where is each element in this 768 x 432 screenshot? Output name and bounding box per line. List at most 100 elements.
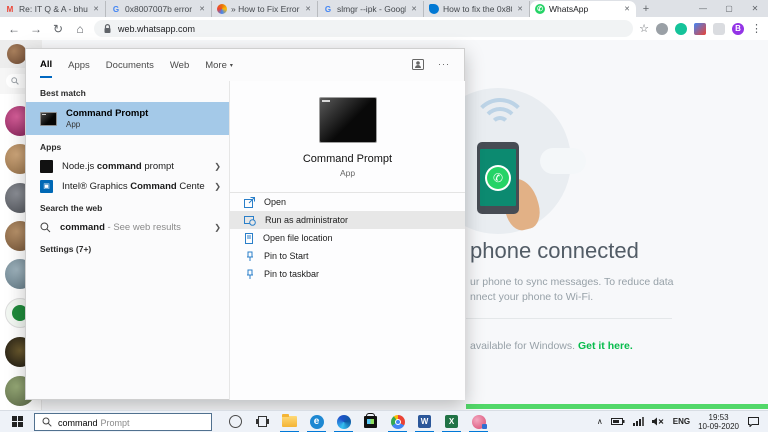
chevron-right-icon[interactable]: ❯ bbox=[214, 182, 221, 191]
chevron-right-icon[interactable]: ❯ bbox=[214, 162, 221, 171]
new-tab-button[interactable]: + bbox=[636, 1, 656, 17]
search-icon bbox=[11, 77, 19, 85]
section-search-the-web: Search the web bbox=[26, 196, 229, 217]
footer-label: available for Windows. bbox=[470, 340, 578, 352]
tab-how-to-fix[interactable]: » How to Fix Error Code ✕ bbox=[212, 1, 318, 17]
start-button[interactable] bbox=[0, 411, 34, 432]
google-icon: G bbox=[323, 4, 333, 14]
close-icon[interactable]: ✕ bbox=[304, 4, 312, 14]
user-avatar[interactable] bbox=[7, 44, 27, 64]
best-match-command-prompt[interactable]: Command Prompt App bbox=[26, 102, 229, 135]
pinned-app-button[interactable] bbox=[465, 411, 492, 432]
chrome-button[interactable] bbox=[384, 411, 411, 432]
profile-avatar[interactable]: B bbox=[732, 23, 744, 35]
best-match-subtitle: App bbox=[66, 120, 148, 129]
tab-error-fix[interactable]: G 0x8007007b error fix - ✕ bbox=[106, 1, 212, 17]
search-detail-panel: Command Prompt App Open Run as administr… bbox=[229, 81, 465, 400]
taskbar-search-input[interactable]: commandPrompt bbox=[34, 413, 212, 431]
search-suggestion-text: Prompt bbox=[101, 418, 130, 428]
result-text: - See web results bbox=[105, 222, 181, 233]
minimize-button[interactable]: — bbox=[690, 0, 716, 17]
action-open-file-location[interactable]: Open file location bbox=[230, 229, 465, 247]
result-text-bold: Command bbox=[130, 181, 176, 192]
open-icon bbox=[244, 197, 255, 208]
cortana-button[interactable] bbox=[222, 411, 249, 432]
word-button[interactable]: W bbox=[411, 411, 438, 432]
cortana-icon bbox=[229, 415, 242, 428]
browser-toolbar: ← → ↻ ⌂ web.whatsapp.com ☆ B ⋮ bbox=[0, 17, 768, 40]
windows-search-panel: All Apps Documents Web More▾ ··· Best ma… bbox=[25, 48, 465, 400]
file-location-icon bbox=[244, 233, 254, 244]
excel-button[interactable]: X bbox=[438, 411, 465, 432]
network-icon[interactable] bbox=[633, 417, 644, 426]
battery-icon[interactable] bbox=[611, 417, 625, 426]
close-icon[interactable]: ✕ bbox=[516, 4, 524, 14]
action-open[interactable]: Open bbox=[230, 193, 465, 211]
system-tray: ∧ ENG 19:53 10-09-2020 bbox=[597, 413, 768, 431]
green-status-bar bbox=[466, 404, 768, 409]
result-text: Intel® Graphics bbox=[62, 181, 130, 192]
result-text: Node.js bbox=[62, 161, 97, 172]
grammarly-extension-icon[interactable] bbox=[675, 23, 687, 35]
volume-muted-icon[interactable] bbox=[652, 417, 665, 426]
section-apps: Apps bbox=[26, 135, 229, 156]
url-text: web.whatsapp.com bbox=[118, 24, 195, 34]
pinned-app-icon bbox=[472, 415, 486, 429]
windows-logo-icon bbox=[12, 416, 23, 427]
search-results-column: Best match Command Prompt App Apps Node.… bbox=[26, 81, 229, 258]
gmail-icon: M bbox=[5, 4, 15, 14]
tab-slmgr[interactable]: G slmgr --ipk - Google Se ✕ bbox=[318, 1, 424, 17]
file-explorer-button[interactable] bbox=[276, 411, 303, 432]
tab-all[interactable]: All bbox=[40, 51, 52, 78]
action-run-as-administrator[interactable]: Run as administrator bbox=[230, 211, 465, 229]
close-icon[interactable]: ✕ bbox=[623, 4, 631, 14]
pen-extension-icon[interactable] bbox=[694, 23, 706, 35]
address-bar[interactable]: web.whatsapp.com bbox=[94, 20, 633, 37]
internet-explorer-button[interactable]: e bbox=[303, 411, 330, 432]
action-center-icon[interactable] bbox=[747, 416, 760, 427]
footer-text: available for Windows. Get it here. bbox=[470, 340, 633, 352]
close-icon[interactable]: ✕ bbox=[92, 4, 100, 14]
action-pin-to-start[interactable]: Pin to Start bbox=[230, 247, 465, 265]
result-intel-graphics-command-center[interactable]: ▣ Intel® Graphics Command Center ❯ bbox=[26, 176, 229, 196]
reload-icon[interactable]: ↻ bbox=[50, 22, 66, 36]
tab-community[interactable]: How to fix the 0x80070 ✕ bbox=[424, 1, 530, 17]
result-nodejs-command-prompt[interactable]: Node.js command prompt ❯ bbox=[26, 156, 229, 176]
tab-apps[interactable]: Apps bbox=[68, 52, 90, 77]
language-indicator[interactable]: ENG bbox=[673, 417, 690, 426]
get-it-here-link[interactable]: Get it here. bbox=[578, 340, 633, 352]
tab-gmail[interactable]: M Re: IT Q & A - bhuwan ✕ bbox=[0, 1, 106, 17]
task-view-button[interactable] bbox=[249, 411, 276, 432]
bookmark-star-icon[interactable]: ☆ bbox=[639, 22, 649, 35]
action-pin-to-taskbar[interactable]: Pin to taskbar bbox=[230, 265, 465, 283]
tab-more[interactable]: More▾ bbox=[205, 52, 233, 77]
browser-menu-icon[interactable]: ⋮ bbox=[751, 22, 762, 35]
result-web-command[interactable]: command - See web results ❯ bbox=[26, 217, 229, 237]
internet-explorer-icon: e bbox=[310, 415, 324, 429]
pin-icon bbox=[244, 251, 255, 262]
word-icon: W bbox=[418, 415, 431, 428]
feedback-account-icon[interactable] bbox=[412, 59, 424, 70]
back-icon[interactable]: ← bbox=[6, 22, 22, 36]
section-settings: Settings (7+) bbox=[26, 237, 229, 258]
close-icon[interactable]: ✕ bbox=[198, 4, 206, 14]
close-icon[interactable]: ✕ bbox=[410, 4, 418, 14]
tab-web[interactable]: Web bbox=[170, 52, 189, 77]
microsoft-store-button[interactable] bbox=[357, 411, 384, 432]
tray-expand-icon[interactable]: ∧ bbox=[597, 417, 603, 426]
edge-button[interactable] bbox=[330, 411, 357, 432]
close-button[interactable]: ✕ bbox=[742, 0, 768, 17]
tab-documents[interactable]: Documents bbox=[106, 52, 154, 77]
search-options-icon[interactable]: ··· bbox=[438, 59, 450, 69]
search-header-actions: ··· bbox=[412, 59, 450, 70]
extensions-puzzle-icon[interactable] bbox=[713, 23, 725, 35]
edge-icon bbox=[337, 415, 351, 429]
clock[interactable]: 19:53 10-09-2020 bbox=[698, 413, 739, 431]
adblock-extension-icon[interactable] bbox=[656, 23, 668, 35]
maximize-button[interactable]: ▢ bbox=[716, 0, 742, 17]
chevron-right-icon[interactable]: ❯ bbox=[214, 223, 221, 232]
tab-whatsapp[interactable]: ✆ WhatsApp ✕ bbox=[530, 1, 636, 17]
forward-icon[interactable]: → bbox=[28, 22, 44, 36]
search-filter-tabs: All Apps Documents Web More▾ ··· bbox=[26, 49, 464, 79]
home-icon[interactable]: ⌂ bbox=[72, 22, 88, 36]
